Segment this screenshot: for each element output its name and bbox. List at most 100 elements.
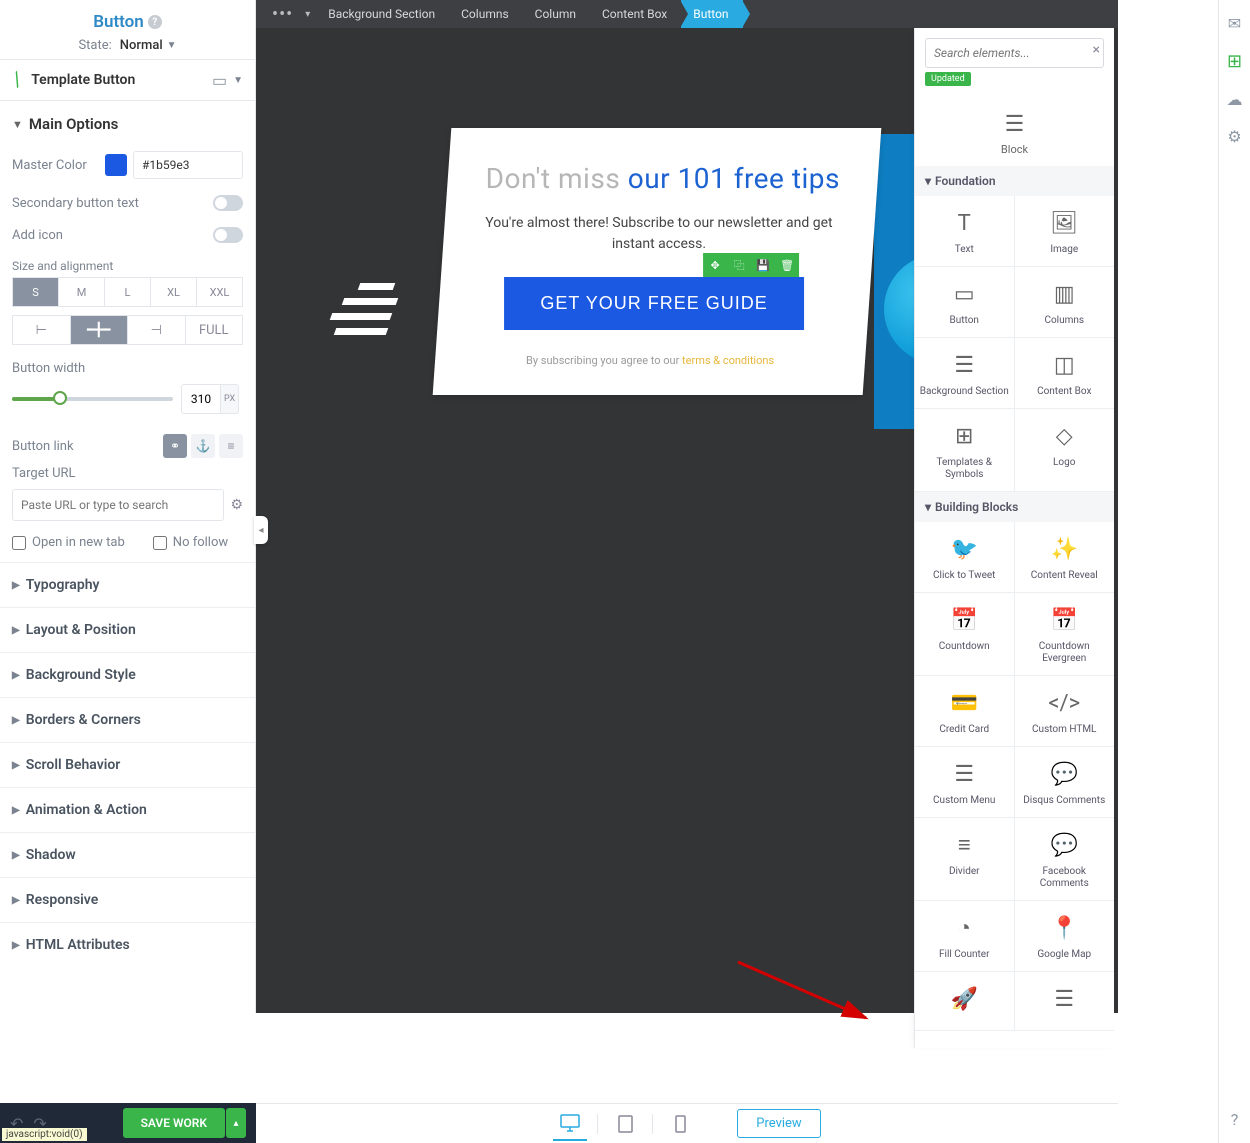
url-input[interactable] (12, 489, 224, 521)
link-url-icon[interactable]: ⚭ (163, 434, 187, 458)
save-dropdown[interactable]: ▴ (226, 1108, 246, 1138)
layers-icon: ☰ (1019, 986, 1111, 1012)
add-icon-toggle[interactable] (213, 227, 243, 243)
main-options-section[interactable]: ▼ Main Options (0, 101, 255, 143)
mobile-view-button[interactable] (663, 1107, 697, 1141)
width-unit: PX (221, 384, 239, 414)
color-swatch[interactable] (105, 154, 127, 176)
element-more-1[interactable]: 🚀 (915, 972, 1015, 1031)
element-custom-html[interactable]: </>Custom HTML (1015, 676, 1115, 747)
element-background-section[interactable]: ☰Background Section (915, 338, 1015, 409)
element-countdown[interactable]: 📅Countdown (915, 593, 1015, 676)
save-button[interactable]: SAVE WORK (123, 1108, 225, 1138)
align-right[interactable]: ⊣ (128, 315, 186, 345)
element-button[interactable]: ▭Button (915, 267, 1015, 338)
button-link-label: Button link (12, 439, 74, 454)
size-s[interactable]: S (12, 277, 59, 307)
cloud-download-icon[interactable]: ☁ (1227, 90, 1243, 109)
element-text[interactable]: TText (915, 196, 1015, 267)
close-icon[interactable]: × (1093, 42, 1100, 58)
element-templates-symbols[interactable]: ⊞Templates & Symbols (915, 409, 1015, 492)
open-new-tab-checkbox[interactable]: Open in new tab (12, 535, 125, 550)
size-xl[interactable]: XL (151, 277, 197, 307)
section-shadow[interactable]: ▶Shadow (0, 832, 255, 877)
element-more-2[interactable]: ☰ (1015, 972, 1115, 1031)
breadcrumb-background-section[interactable]: Background Section (316, 0, 449, 28)
duplicate-icon[interactable]: ⿻ (727, 253, 751, 277)
section-responsive[interactable]: ▶Responsive (0, 877, 255, 922)
add-element-icon[interactable]: ⊞ (1227, 51, 1242, 72)
breadcrumb-content-box[interactable]: Content Box (590, 0, 681, 28)
settings-icon[interactable]: ⚙ (1227, 127, 1241, 146)
breadcrumb-columns[interactable]: Columns (449, 0, 523, 28)
move-icon[interactable]: ✥ (703, 253, 727, 277)
preview-button[interactable]: Preview (737, 1109, 820, 1138)
section-html-attributes[interactable]: ▶HTML Attributes (0, 922, 255, 967)
element-content-box[interactable]: ◫Content Box (1015, 338, 1115, 409)
width-input[interactable] (181, 384, 221, 414)
help-icon[interactable]: ? (1231, 1110, 1239, 1129)
secondary-text-toggle[interactable] (213, 195, 243, 211)
content-box-icon: ◫ (1019, 352, 1111, 378)
element-image[interactable]: 🖼Image (1015, 196, 1115, 267)
align-full[interactable]: FULL (186, 315, 244, 345)
section-scroll-behavior[interactable]: ▶Scroll Behavior (0, 742, 255, 787)
envelope-icon[interactable]: ✉ (1228, 14, 1241, 33)
template-dropdown-icon[interactable]: ▼ (233, 75, 243, 86)
save-element-icon[interactable]: 💾 (751, 253, 775, 277)
template-save-icon[interactable]: ▭ (212, 71, 227, 90)
template-button-row: ⟋ Template Button ▭ ▼ (0, 59, 255, 101)
chevron-down-icon[interactable]: ▾ (299, 9, 316, 20)
element-google-map[interactable]: 📍Google Map (1015, 901, 1115, 972)
help-icon[interactable]: ? (148, 15, 162, 29)
cta-button[interactable]: GET YOUR FREE GUIDE (504, 277, 803, 330)
element-facebook-comments[interactable]: 💬Facebook Comments (1015, 818, 1115, 901)
block-element[interactable]: ☰ Block (915, 78, 1114, 166)
element-credit-card[interactable]: 💳Credit Card (915, 676, 1015, 747)
element-divider[interactable]: ≡Divider (915, 818, 1015, 901)
section-borders-corners[interactable]: ▶Borders & Corners (0, 697, 255, 742)
left-properties-panel: Button ? State: Normal ▼ ⟋ Template Butt… (0, 0, 256, 1013)
section-layout-position[interactable]: ▶Layout & Position (0, 607, 255, 652)
facebook-icon: 💬 (1019, 832, 1111, 858)
section-background-style[interactable]: ▶Background Style (0, 652, 255, 697)
terms-link[interactable]: terms & conditions (682, 354, 774, 367)
width-slider[interactable] (12, 397, 173, 401)
element-fill-counter[interactable]: ◔Fill Counter (915, 901, 1015, 972)
link-anchor-icon[interactable]: ⚓ (191, 434, 215, 458)
section-animation-action[interactable]: ▶Animation & Action (0, 787, 255, 832)
state-dropdown[interactable]: Normal ▼ (120, 38, 177, 53)
no-follow-checkbox[interactable]: No follow (153, 535, 228, 550)
element-content-reveal[interactable]: ✨Content Reveal (1015, 522, 1115, 593)
link-dynamic-icon[interactable]: ≡ (219, 434, 243, 458)
hero-title[interactable]: Don't miss our 101 free tips (480, 162, 846, 195)
section-typography[interactable]: ▶Typography (0, 562, 255, 607)
desktop-view-button[interactable] (553, 1107, 587, 1141)
foundation-group-title[interactable]: ▾Foundation (915, 166, 1114, 196)
element-click-to-tweet[interactable]: 🐦Click to Tweet (915, 522, 1015, 593)
building-blocks-group-title[interactable]: ▾Building Blocks (915, 492, 1114, 522)
delete-icon[interactable]: 🗑 (775, 253, 799, 277)
align-center[interactable]: ━╋━ (71, 315, 129, 345)
element-columns[interactable]: ▥Columns (1015, 267, 1115, 338)
hero-subtitle[interactable]: You're almost there! Subscribe to our ne… (476, 213, 842, 255)
element-countdown-evergreen[interactable]: 📅Countdown Evergreen (1015, 593, 1115, 676)
align-left[interactable]: ⊢ (12, 315, 71, 345)
panel-title-text: Button (93, 12, 144, 32)
element-disqus-comments[interactable]: 💬Disqus Comments (1015, 747, 1115, 818)
breadcrumb-menu-icon[interactable]: ••• (266, 4, 299, 25)
tablet-view-button[interactable] (608, 1107, 642, 1141)
element-custom-menu[interactable]: ☰Custom Menu (915, 747, 1015, 818)
content-card[interactable]: Don't miss our 101 free tips You're almo… (433, 128, 882, 395)
size-xxl[interactable]: XXL (197, 277, 243, 307)
terms-text[interactable]: By subscribing you agree to our terms & … (467, 354, 833, 367)
gear-icon[interactable]: ⚙ (230, 497, 243, 513)
size-m[interactable]: M (59, 277, 105, 307)
collapse-panel-handle[interactable]: ◂ (254, 516, 268, 544)
breadcrumb-button[interactable]: Button (681, 0, 742, 28)
breadcrumb-column[interactable]: Column (523, 0, 590, 28)
search-elements-input[interactable] (925, 38, 1104, 68)
size-l[interactable]: L (105, 277, 151, 307)
element-logo[interactable]: ◇Logo (1015, 409, 1115, 492)
color-input[interactable] (133, 151, 243, 179)
